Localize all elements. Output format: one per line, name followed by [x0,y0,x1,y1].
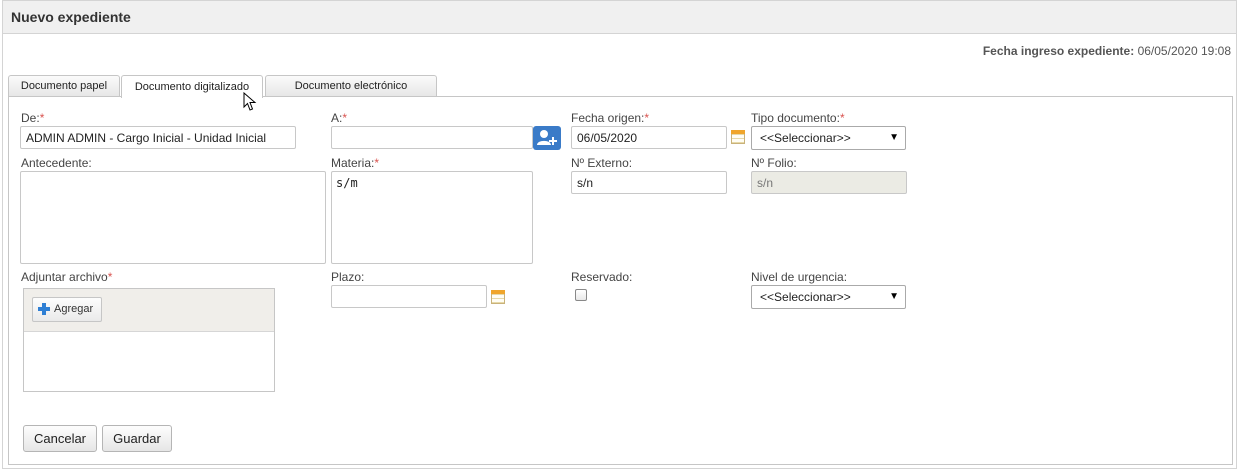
de-label: De:* [21,111,45,125]
materia-textarea[interactable]: s/m [331,171,533,264]
attachment-area: Agregar [23,288,275,392]
dropdown-arrow-icon: ▼ [889,132,899,143]
de-input[interactable] [20,126,296,149]
fecha-origen-input[interactable] [571,126,727,149]
calendar-icon[interactable] [491,290,505,304]
a-input[interactable] [331,126,533,149]
antecedente-textarea[interactable] [20,171,326,264]
reservado-label: Reservado: [571,270,633,284]
dropdown-arrow-icon: ▼ [889,291,899,302]
attachment-toolbar: Agregar [24,289,274,332]
a-label: A:* [331,111,348,125]
mouse-cursor-icon [243,92,257,111]
tipo-documento-select[interactable]: <<Seleccionar>> ▼ [751,126,906,150]
n-externo-label: Nº Externo: [571,156,633,170]
plazo-input[interactable] [331,285,487,308]
plus-icon [38,303,50,315]
cancel-button[interactable]: Cancelar [23,425,97,452]
calendar-icon[interactable] [731,130,745,144]
n-folio-label: Nº Folio: [751,156,797,170]
add-recipient-button[interactable] [533,126,561,150]
agregar-label: Agregar [54,303,94,315]
agregar-button[interactable]: Agregar [32,297,102,322]
add-user-icon [537,130,557,145]
nivel-urgencia-select[interactable]: <<Seleccionar>> ▼ [751,285,906,309]
adjuntar-label: Adjuntar archivo* [21,270,113,284]
fecha-origen-label: Fecha origen:* [571,111,650,125]
tipo-documento-selected: <<Seleccionar>> [760,131,851,145]
tipo-documento-label: Tipo documento:* [751,111,845,125]
reservado-checkbox[interactable] [575,289,587,301]
n-externo-input[interactable] [571,171,727,194]
antecedente-label: Antecedente: [21,156,92,170]
plazo-label: Plazo: [331,270,365,284]
nivel-urgencia-label: Nivel de urgencia: [751,270,848,284]
n-folio-input [751,171,907,194]
materia-label: Materia:* [331,156,380,170]
save-button[interactable]: Guardar [102,425,172,452]
nivel-urgencia-selected: <<Seleccionar>> [760,290,851,304]
